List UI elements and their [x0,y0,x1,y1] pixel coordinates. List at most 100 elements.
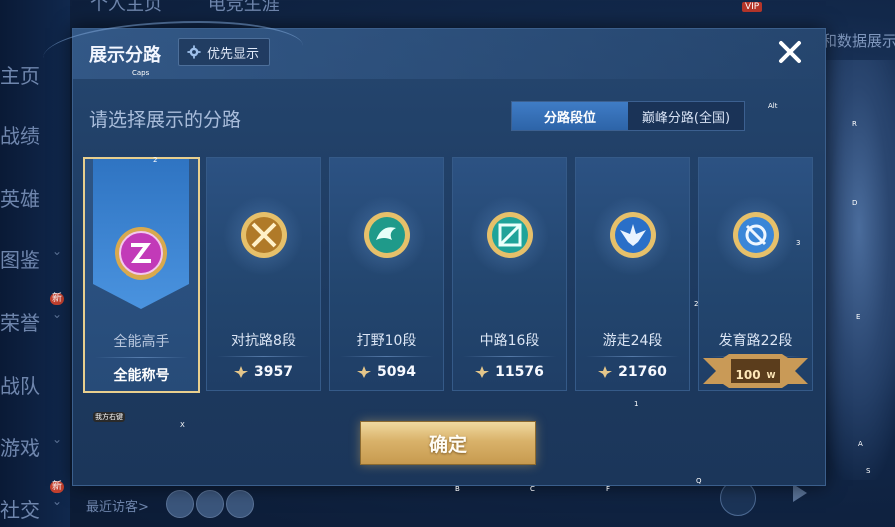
card-divider [217,356,310,357]
side-item-label: 主页 [0,64,40,88]
key-hint: F [606,485,611,493]
avatar [196,490,224,518]
key-hint: E [856,313,861,321]
tab-peak-lane-national[interactable]: 巅峰分路(全国) [628,102,744,130]
side-item-label: 荣誉 [0,311,40,335]
display-lane-dialog: 展示分路 优先显示 请选择展示的分路 分路段位 巅峰分路(全国) 全能高手 全能… [43,21,826,486]
card-divider [95,357,188,358]
side-item-label: 图鉴 [0,248,40,272]
key-hint: Q [696,477,702,485]
tab-esports-career: 电竞生涯 [207,0,280,15]
lane-value: 21760 [576,364,689,380]
lane-mode-tabs: 分路段位 巅峰分路(全国) [511,101,745,131]
side-item-label: 社交 [0,498,40,522]
lane-card-farm[interactable]: 发育路22段 100 W [698,157,813,391]
side-item-social: 社交 ⌄ [0,494,62,523]
priority-display-button[interactable]: 优先显示 [178,38,271,66]
lane-name: 对抗路8段 [231,333,296,349]
lane-value: 3957 [207,364,320,380]
lane-name: 发育路22段 [718,333,793,349]
lane-value: 100 W [699,368,812,382]
key-hint: C [530,485,535,493]
close-button[interactable] [773,35,807,69]
side-item-label: 战队 [0,374,40,398]
lane-value-text: 100 [735,368,761,382]
avatar [166,490,194,518]
card-divider [340,356,433,357]
key-hint: R [852,120,857,128]
side-item-label: 英雄 [0,187,40,211]
key-hint: 我方右键 [93,412,125,422]
priority-button-label: 优先显示 [207,46,260,62]
lane-name: 游走24段 [602,333,663,349]
mid-lane-emblem-icon [487,212,533,258]
play-icon [793,484,807,502]
key-hint: 2 [153,156,158,164]
key-hint: 3 [796,239,801,247]
chevron-down-icon: ⌄ [51,244,62,258]
rank-points-icon [234,366,249,378]
key-hint: B [455,485,460,493]
side-item-hero: 英雄 [0,183,62,212]
lane-name: 中路16段 [479,333,540,349]
lane-value-text: 11576 [495,364,544,380]
vip-badge: VIP [742,2,763,12]
all-rounder-emblem-icon [115,227,167,280]
key-hint: D [852,199,858,207]
lane-name: 全能高手 [113,334,170,350]
rank-points-icon [357,366,372,378]
side-item-atlas: 图鉴 ⌄ [0,244,62,273]
key-hint: 1 [634,400,639,408]
side-item-label: 战绩 [0,124,40,148]
lane-value-text: 全能称号 [113,368,170,384]
dialog-subtitle: 请选择展示的分路 [89,109,242,131]
new-badge: 新 [50,293,64,305]
key-hint: S [866,467,871,475]
card-divider [463,356,556,357]
lane-value-text: 5094 [377,364,416,380]
dialog-title: 展示分路 [89,45,161,66]
new-badge: 新 [50,481,64,493]
clash-lane-emblem-icon [241,212,287,258]
confirm-button[interactable]: 确定 [360,421,536,465]
avatar [226,490,254,518]
tab-personal-home: 个人主页 [90,0,162,15]
recent-visitors-link: 最近访客> [86,500,149,515]
gear-icon [187,45,201,59]
tab-lane-rank[interactable]: 分路段位 [512,102,628,130]
side-item-record: 战绩 [0,120,62,149]
jungle-emblem-icon [364,212,410,258]
chevron-down-icon: ⌄ [51,307,62,321]
key-hint: Alt [768,102,778,110]
rank-points-icon [598,366,613,378]
lane-value-text: 3957 [254,364,293,380]
farm-lane-emblem-icon [733,212,779,258]
key-hint: X [180,421,185,429]
lane-value: 全能称号 [85,365,198,385]
rank-points-icon [475,366,490,378]
lane-name: 打野10段 [356,333,417,349]
chevron-down-icon: ⌄ [51,432,62,446]
chevron-down-icon: ⌄ [51,494,62,508]
lane-card-all-rounder[interactable]: 全能高手 全能称号 [83,157,200,393]
key-hint: Caps [132,69,150,77]
lane-value: 11576 [453,364,566,380]
key-hint: 2 [694,300,699,308]
card-divider [586,356,679,357]
lane-card-mid[interactable]: 中路16段 11576 [452,157,567,391]
lane-value: 5094 [330,364,443,380]
lane-card-jungle[interactable]: 打野10段 5094 [329,157,444,391]
lane-card-clash[interactable]: 对抗路8段 3957 [206,157,321,391]
close-icon [779,41,801,63]
side-item-team: 战队 [0,370,62,399]
key-hint: A [858,440,863,448]
side-item-honor: 荣誉 ⌄ [0,307,62,336]
background-right-text: 和数据展示 [822,32,895,50]
lane-card-roam[interactable]: 游走24段 21760 [575,157,690,391]
roam-emblem-icon [610,212,656,258]
side-item-game: 游戏 ⌄ [0,432,62,461]
background-top-tabs: 个人主页 电竞生涯 [90,0,320,16]
side-item-label: 游戏 [0,436,40,460]
dialog-header: 展示分路 优先显示 [43,21,825,79]
plaque-suffix: W [766,370,776,380]
